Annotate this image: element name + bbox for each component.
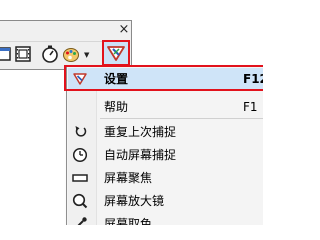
menu-item-screen-focus[interactable]: 屏幕聚焦	[68, 167, 263, 189]
repeat-arrow-icon	[72, 124, 88, 140]
eyedropper-icon	[72, 216, 88, 225]
magnifier-icon	[72, 193, 88, 209]
settings-toolbar-button[interactable]	[102, 40, 130, 66]
menu-item-screen-color-picker[interactable]: 屏幕取色	[68, 213, 263, 225]
timer-button[interactable]	[40, 44, 60, 64]
capture-region-icon	[0, 47, 11, 61]
clock-icon	[72, 147, 88, 163]
settings-highlight-frame	[64, 65, 263, 91]
menu-item-label: 自动屏幕捕捉	[104, 148, 177, 162]
settings-pen-icon	[107, 46, 125, 61]
color-palette-button[interactable]	[61, 44, 81, 64]
menu-item-label: 屏幕聚焦	[104, 171, 153, 185]
menu-item-help[interactable]: 帮助 F1	[68, 96, 263, 118]
menu-separator	[100, 118, 263, 119]
focus-rectangle-icon	[72, 170, 88, 186]
menu-item-label: 屏幕取色	[104, 217, 153, 225]
film-strip-icon	[15, 46, 31, 62]
screenshot-stage: × ▼ 设置 F1 帮助 F1 重复上次捕捉 自动屏幕捕捉 屏幕聚焦 屏幕放大镜…	[0, 0, 263, 225]
menu-item-screen-magnifier[interactable]: 屏幕放大镜	[68, 190, 263, 212]
menu-item-label: 帮助	[104, 100, 129, 114]
chevron-down-icon[interactable]: ▼	[84, 52, 89, 59]
timer-icon	[42, 45, 58, 63]
close-icon[interactable]: ×	[118, 23, 130, 36]
palette-icon	[63, 48, 79, 62]
capture-region-button[interactable]	[0, 44, 14, 64]
menu-item-label: 屏幕放大镜	[104, 194, 165, 208]
menu-item-shortcut: F1	[243, 100, 258, 114]
menu-item-label: 重复上次捕捉	[104, 125, 177, 139]
menu-item-auto-capture[interactable]: 自动屏幕捕捉	[68, 144, 263, 166]
video-capture-button[interactable]	[13, 44, 33, 64]
menu-item-repeat-last-capture[interactable]: 重复上次捕捉	[68, 121, 263, 143]
